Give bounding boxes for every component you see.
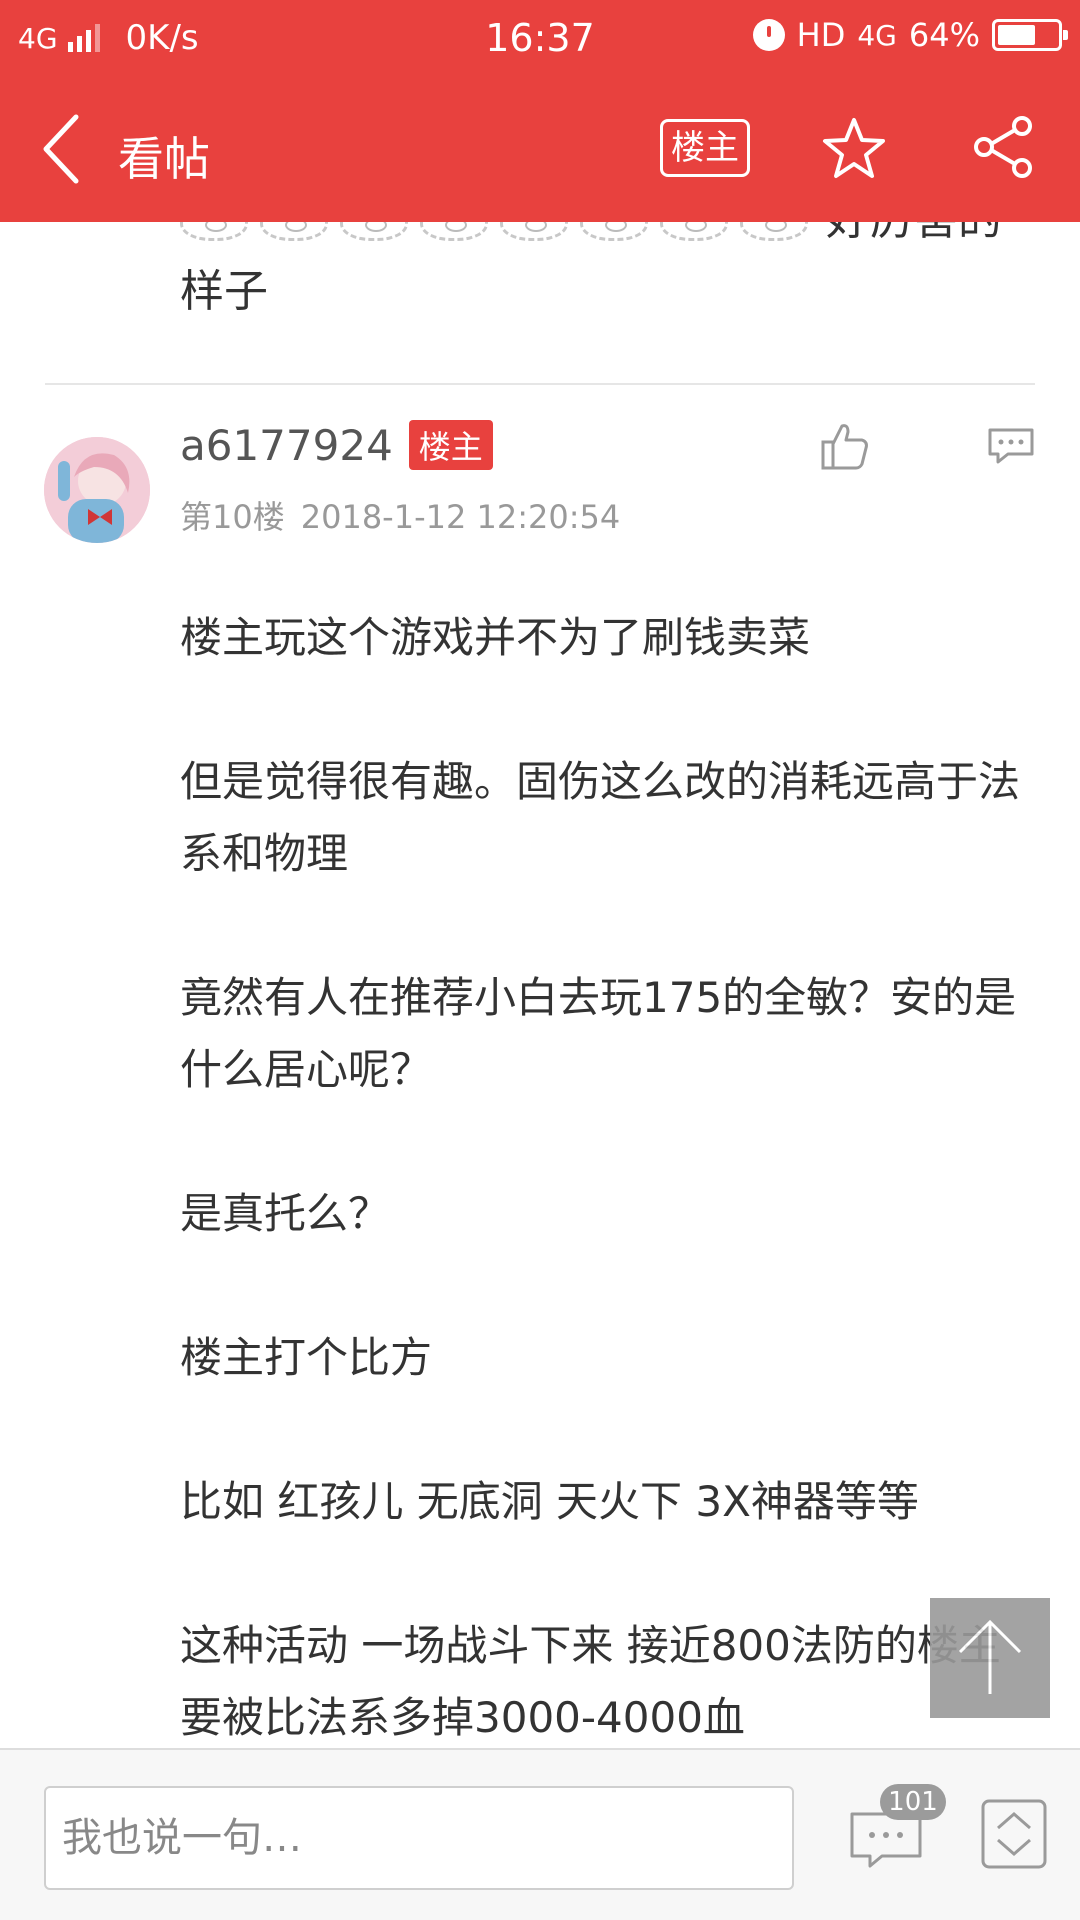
post-paragraph: 但是觉得很有趣。固伤这么改的消耗远高于法系和物理 (180, 757, 1021, 878)
battery-fill (998, 25, 1036, 45)
only-op-button[interactable]: 楼主 (660, 119, 750, 177)
post-paragraph: 竟然有人在推荐小白去玩175的全敏？安的是什么居心呢？ (180, 973, 1017, 1094)
previous-post-text: 好厉害的 (826, 222, 1002, 245)
post-paragraph: 这种活动 一场战斗下来 接近800法防的楼主要被比法系多掉3000-4000血 (180, 1621, 1001, 1742)
reply-input[interactable] (44, 1786, 794, 1890)
emoji-icon (580, 222, 648, 241)
emoji-icon (500, 222, 568, 241)
emoji-icon (420, 222, 488, 241)
emoji-icon (340, 222, 408, 241)
emoji-row (180, 222, 808, 241)
op-badge: 楼主 (408, 420, 493, 470)
post-body: 楼主玩这个游戏并不为了刷钱卖菜 但是觉得很有趣。固伤这么改的消耗远高于法系和物理… (180, 602, 1040, 1748)
post-meta: 第10楼 2018-1-12 12:20:54 (180, 492, 620, 538)
battery-percent: 64% (908, 16, 980, 54)
network-type-right: 4G (857, 18, 897, 52)
post-divider (45, 383, 1035, 385)
emoji-icon (740, 222, 808, 241)
author-name[interactable]: a6177924 (180, 421, 393, 470)
comment-icon[interactable] (986, 426, 1036, 466)
nav-bar: 看帖 楼主 (0, 85, 1080, 215)
previous-post-tail: 好厉害的 样子 (180, 222, 1040, 328)
previous-post-text-line2: 样子 (180, 266, 268, 317)
status-right: HD 4G 64% (752, 16, 1068, 54)
post-timestamp: 2018-1-12 12:20:54 (300, 498, 621, 536)
battery-icon (992, 19, 1068, 51)
app-header: 4G 0K/s 16:37 HD 4G 64% 看帖 楼主 (0, 0, 1080, 222)
post-paragraph: 楼主玩这个游戏并不为了刷钱卖菜 (180, 613, 811, 662)
post-paragraph: 楼主打个比方 (180, 1333, 433, 1382)
avatar[interactable] (44, 437, 150, 543)
scroll-to-top-button[interactable] (930, 1598, 1050, 1718)
post-paragraph: 比如 红孩儿 无底洞 天火下 3X神器等等 (180, 1477, 919, 1526)
thread-content[interactable]: 好厉害的 样子 a6177924 楼主 第10楼 2018-1-12 12:20:… (0, 222, 1080, 1748)
floor-number: 第10楼 (180, 498, 285, 536)
back-icon[interactable] (34, 107, 94, 191)
thumbs-up-icon[interactable] (820, 420, 870, 472)
comment-count-badge: 101 (880, 1784, 946, 1820)
emoji-icon (260, 222, 328, 241)
share-icon[interactable] (968, 113, 1036, 181)
hd-indicator: HD (796, 16, 846, 54)
author-row: a6177924 楼主 (180, 420, 493, 470)
post-paragraph: 是真托么？ (180, 1189, 391, 1238)
page-title: 看帖 (118, 132, 210, 186)
emoji-icon (180, 222, 248, 241)
page-jump-icon[interactable] (980, 1798, 1048, 1870)
emoji-icon (660, 222, 728, 241)
alarm-icon (752, 19, 785, 51)
star-icon[interactable] (820, 115, 888, 183)
bottom-bar: 101 (0, 1748, 1080, 1920)
status-bar: 4G 0K/s 16:37 HD 4G 64% (0, 0, 1080, 75)
